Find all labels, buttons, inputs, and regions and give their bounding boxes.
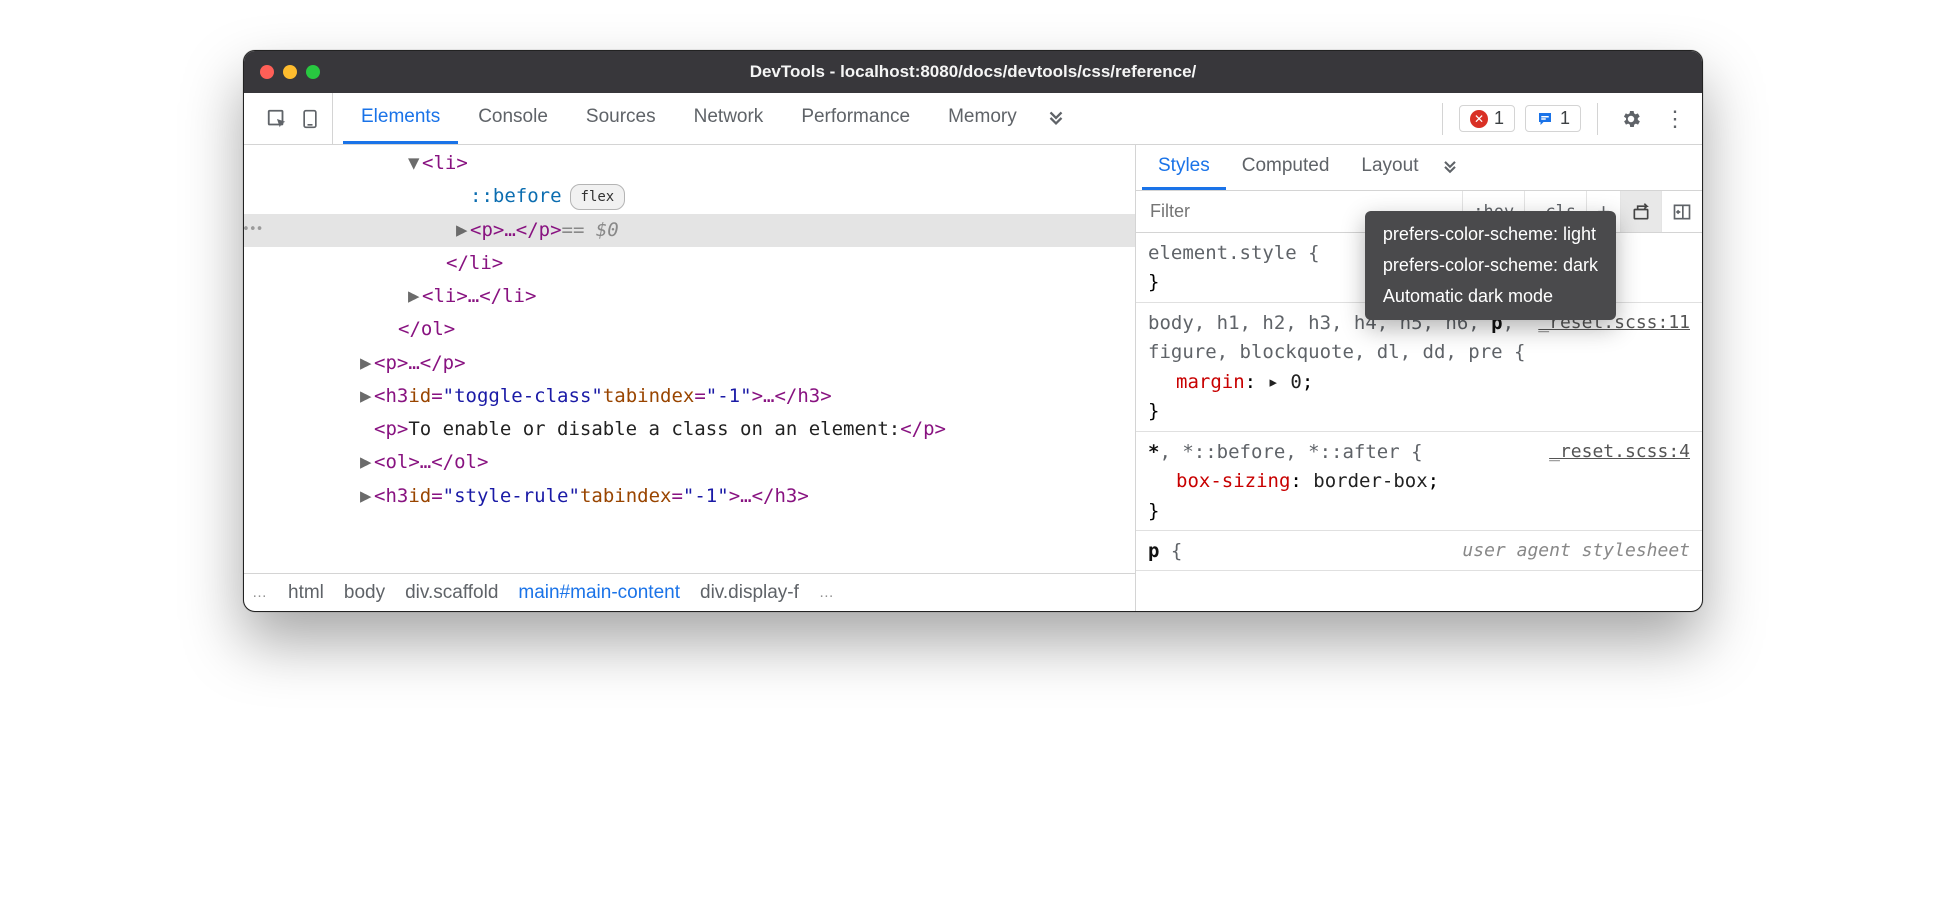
dom-node[interactable]: ▶<li>…</li> [244,280,1135,313]
separator [1597,103,1598,135]
dom-node[interactable]: ▶<p>…</p> == $0 [244,214,1135,247]
tab-memory[interactable]: Memory [930,93,1035,144]
issue-icon [1536,110,1554,128]
issues-badge[interactable]: 1 [1525,105,1581,132]
tab-console[interactable]: Console [460,93,566,144]
popup-item[interactable]: prefers-color-scheme: light [1365,219,1616,250]
popup-item[interactable]: prefers-color-scheme: dark [1365,250,1616,281]
elements-panel: ▼<li>::beforeflex▶<p>…</p> == $0</li>▶<l… [244,145,1136,611]
dom-node[interactable]: ▶<h3 id="toggle-class" tabindex="-1">…</… [244,380,1135,413]
main-area: ▼<li>::beforeflex▶<p>…</p> == $0</li>▶<l… [244,145,1702,611]
popup-item[interactable]: Automatic dark mode [1365,281,1616,312]
dom-node[interactable]: ▶<ol>…</ol> [244,446,1135,479]
rendering-popup: prefers-color-scheme: light prefers-colo… [1365,211,1616,320]
tab-elements[interactable]: Elements [343,93,458,144]
tab-styles[interactable]: Styles [1142,145,1226,190]
dom-node[interactable]: <p>To enable or disable a class on an el… [244,413,1135,446]
settings-icon[interactable] [1614,108,1648,130]
breadcrumb-item[interactable]: div.display-f [700,582,799,604]
inspect-icon[interactable] [266,108,288,130]
errors-count: 1 [1494,108,1504,129]
panel-tabs: Elements Console Sources Network Perform… [333,93,1430,144]
css-rule[interactable]: user agent stylesheetp { [1136,531,1702,571]
tab-computed[interactable]: Computed [1226,145,1346,190]
errors-badge[interactable]: ✕ 1 [1459,105,1515,132]
dom-node[interactable]: </ol> [244,313,1135,346]
rendering-emulation-button[interactable] [1620,191,1661,232]
computed-sidebar-toggle[interactable] [1661,191,1702,232]
main-toolbar: Elements Console Sources Network Perform… [244,93,1702,145]
styles-panel: Styles Computed Layout :hov .cls + [1136,145,1702,611]
window-title: DevTools - localhost:8080/docs/devtools/… [244,62,1702,82]
tab-sources[interactable]: Sources [568,93,674,144]
breadcrumb-item[interactable]: body [344,582,385,604]
breadcrumb-overflow-left[interactable]: … [252,584,268,601]
dom-tree[interactable]: ▼<li>::beforeflex▶<p>…</p> == $0</li>▶<l… [244,145,1135,573]
dom-node[interactable]: ▼<li> [244,147,1135,180]
dom-node[interactable]: </li> [244,247,1135,280]
tab-network[interactable]: Network [676,93,782,144]
kebab-menu-icon[interactable]: ⋮ [1658,106,1692,132]
css-rule[interactable]: _reset.scss:4*, *::before, *::after {box… [1136,432,1702,531]
styles-sub-tabs: Styles Computed Layout [1136,145,1702,191]
issues-count: 1 [1560,108,1570,129]
breadcrumb-item[interactable]: main#main-content [518,582,680,604]
devtools-window: DevTools - localhost:8080/docs/devtools/… [243,50,1703,612]
tab-performance[interactable]: Performance [783,93,928,144]
breadcrumb-item[interactable]: div.scaffold [405,582,498,604]
separator [1442,103,1443,135]
dom-node[interactable]: ▶<h3 id="style-rule" tabindex="-1">…</h3… [244,480,1135,513]
more-tabs-icon[interactable] [1037,93,1075,144]
breadcrumb-overflow-right[interactable]: … [819,584,835,601]
device-toggle-icon[interactable] [300,108,320,130]
titlebar: DevTools - localhost:8080/docs/devtools/… [244,51,1702,93]
tab-layout[interactable]: Layout [1345,145,1434,190]
error-icon: ✕ [1470,110,1488,128]
dom-node[interactable]: ▶<p>…</p> [244,347,1135,380]
css-rule[interactable]: _reset.scss:11body, h1, h2, h3, h4, h5, … [1136,303,1702,432]
breadcrumb-item[interactable]: html [288,582,324,604]
dom-node[interactable]: ::beforeflex [244,180,1135,213]
more-tabs-icon[interactable] [1434,145,1466,190]
breadcrumb[interactable]: … html body div.scaffold main#main-conte… [244,573,1135,611]
